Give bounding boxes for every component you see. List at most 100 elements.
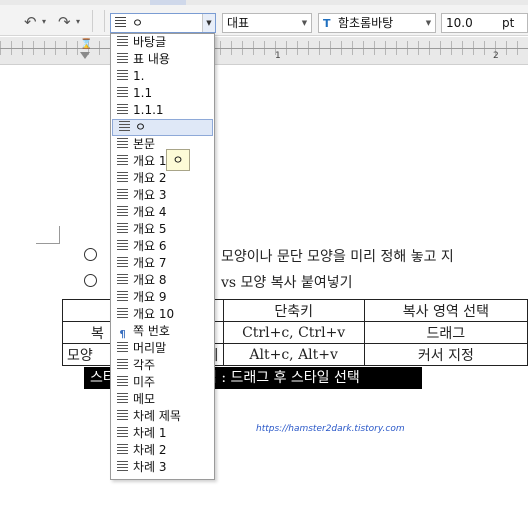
style-dropdown-item-label: 개요 5 [133,222,167,236]
font-size-combo[interactable]: 10.0 pt [441,13,528,33]
paragraph-style-icon [117,138,128,150]
paragraph-style-icon [117,189,128,201]
style-dropdown-item[interactable]: 차례 제목 [111,408,214,425]
table-cell-text: 모양 [67,347,93,364]
paragraph-style-icon [117,376,128,388]
redo-icon[interactable]: ↷ [58,12,71,32]
paragraph-style-icon [117,308,128,320]
undo-icon[interactable]: ↶ [24,12,37,32]
font-dropdown-icon[interactable]: ▼ [422,14,435,32]
style-dropdown-item[interactable]: 1.1.1 [111,102,214,119]
style-dropdown-item[interactable]: ㅇ [112,119,213,136]
paragraph-style-icon [117,87,128,99]
style-dropdown-item-label: 개요 3 [133,188,167,202]
ruler-number: 2 [493,51,499,61]
style-dropdown-list[interactable]: 바탕글 표 내용 1. 1.1 1.1.1 ㅇ 본문 개요 1 개요 2 개요 3 개요 4 개요 5… [110,33,215,480]
style-dropdown-item[interactable]: 차례 2 [111,442,214,459]
style-dropdown-item[interactable]: 개요 1 [111,153,214,170]
paragraph-style-icon [119,121,130,133]
style-dropdown-item-label: 쪽 번호 [133,324,170,338]
style-dropdown-item-label: 바탕글 [133,35,167,49]
indent-marker-icon[interactable]: ⌛ [80,39,92,50]
style-dropdown-item[interactable]: 미주 [111,374,214,391]
style-dropdown-item-label: 차례 2 [133,443,167,457]
paragraph-style-icon [117,223,128,235]
paragraph-style-icon [117,274,128,286]
paragraph-style-icon [117,410,128,422]
paragraph-style-icon [117,359,128,371]
paragraph-style-icon [117,53,128,65]
style-dropdown-item-label: 개요 6 [133,239,167,253]
font-size-unit: pt [502,16,515,30]
margin-corner-mark [36,226,60,244]
style-dropdown-item[interactable]: 표 내용 [111,51,214,68]
style-dropdown-item[interactable]: 개요 4 [111,204,214,221]
paragraph-style-icon [117,461,128,473]
style-dropdown-item[interactable]: 개요 2 [111,170,214,187]
table-cell: 커서 지정 [363,343,528,366]
circle-bullet-icon [84,248,97,261]
style-dropdown-item[interactable]: 개요 8 [111,272,214,289]
style-dropdown-item-label: 표 내용 [133,52,170,66]
style-dropdown-item[interactable]: 개요 3 [111,187,214,204]
style-dropdown-item[interactable]: 머리말 [111,340,214,357]
ruler-number: 1 [275,51,281,61]
style-dropdown-item[interactable]: 본문 [111,136,214,153]
style-dropdown-item[interactable]: 1. [111,68,214,85]
style-dropdown-item-label: 머리말 [133,341,167,355]
style-combo-value: ㅇ [132,16,144,30]
style-dropdown-item[interactable]: 개요 7 [111,255,214,272]
style-dropdown-item-label: 개요 10 [133,307,175,321]
undo-menu-arrow-icon[interactable]: ▾ [42,12,46,32]
style-dropdown-item[interactable]: 개요 5 [111,221,214,238]
toolbar-top-button[interactable] [150,0,186,5]
redo-menu-arrow-icon[interactable]: ▾ [76,12,80,32]
style-combo[interactable]: ㅇ ▼ [110,13,216,33]
style-dropdown-item-label: 1.1.1 [133,103,164,117]
style-dropdown-item-label: 미주 [133,375,156,389]
table-cell: 복사 영역 선택 [363,299,528,322]
style-dropdown-item-label: 차례 제목 [133,409,181,423]
paragraph-style-icon [117,444,128,456]
style-dropdown-item[interactable]: 메모 [111,391,214,408]
paragraph-style-icon [117,172,128,184]
paragraph-style-icon [117,257,128,269]
paragraph-style-icon [117,240,128,252]
style-dropdown-item[interactable]: 각주 [111,357,214,374]
paragraph-style-icon [117,393,128,405]
style-dropdown-item[interactable]: ¶ 쪽 번호 [111,323,214,340]
paragraph-style-icon [117,36,128,48]
paragraph-style-value: 대표 [227,16,250,30]
circle-bullet-icon [84,274,97,287]
paragraph-style-icon [117,206,128,218]
paragraph-style-combo[interactable]: 대표 ▼ [222,13,312,33]
style-tooltip: ㅇ [166,149,190,171]
formatting-toolbar: ↶ ▾ ↷ ▾ ㅇ ▼ 대표 ▼ T 함초롬바탕 ▼ 10.0 pt [0,0,528,36]
style-dropdown-item[interactable]: 개요 9 [111,289,214,306]
style-dropdown-item[interactable]: 차례 1 [111,425,214,442]
paragraph-style-icon [117,342,128,354]
document-page[interactable]: 모양이나 문단 모양을 미리 정해 놓고 지 vs 모양 복사 붙여넣기 단축키… [0,66,528,515]
paragraph-style-dropdown-icon[interactable]: ▼ [298,14,311,32]
style-dropdown-item-label: 각주 [133,358,156,372]
paragraph-style-icon [117,155,128,167]
paragraph-style-icon [117,104,128,116]
banner-text: 법 : 드래그 후 스타일 선택 [204,370,360,386]
font-combo[interactable]: T 함초롬바탕 ▼ [318,13,436,33]
style-dropdown-item[interactable]: 차례 3 [111,459,214,476]
font-type-icon: T [323,17,331,30]
table-cell: Alt+c, Alt+v [222,343,365,366]
toolbar-top-strip [0,0,528,5]
blog-url-text: https://hamster2dark.tistory.com [256,424,405,434]
table-cell: Ctrl+c, Ctrl+v [222,321,365,344]
style-dropdown-item[interactable]: 개요 6 [111,238,214,255]
style-dropdown-item[interactable]: 바탕글 [111,34,214,51]
first-line-indent-icon[interactable] [80,52,90,59]
horizontal-ruler[interactable]: ⌛ 1 2 [0,37,528,65]
style-dropdown-item[interactable]: 1.1 [111,85,214,102]
style-combo-dropdown-icon[interactable]: ▼ [202,14,215,32]
paragraph-style-icon [115,17,126,29]
style-dropdown-item-label: 본문 [133,137,156,151]
style-dropdown-item[interactable]: 개요 10 [111,306,214,323]
toolbar-separator [92,10,93,32]
